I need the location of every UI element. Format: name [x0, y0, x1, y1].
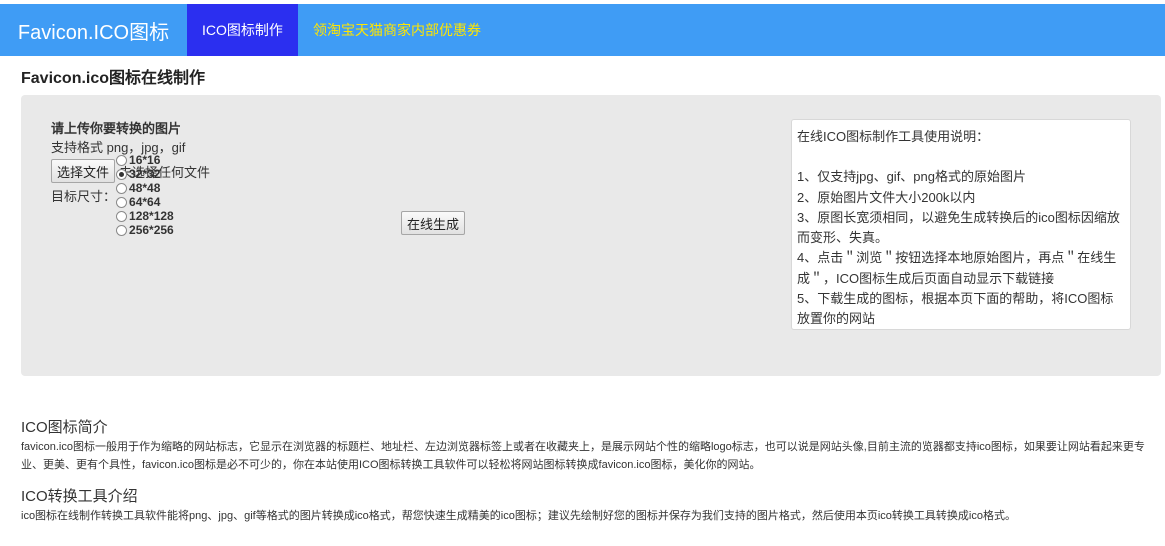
size-option-label: 256*256	[129, 223, 174, 237]
size-radio[interactable]	[116, 210, 128, 222]
size-option[interactable]: 48*48	[116, 181, 176, 195]
upload-heading: 请上传你要转换的图片	[51, 121, 182, 136]
size-option-label: 48*48	[129, 181, 161, 195]
tool-panel: 请上传你要转换的图片 支持格式 png，jpg，gif 选择文件 未选择任何文件…	[21, 95, 1161, 376]
page-title: Favicon.ico图标在线制作	[21, 70, 206, 87]
size-options: 16*16 32*32 48*48 64*64 128*128 256*256	[116, 153, 176, 237]
nav-ico-maker[interactable]: ICO图标制作	[187, 4, 298, 56]
size-selector: 目标尺寸： 16*16 32*32 48*48 64*64 128*128 256*256	[51, 153, 491, 237]
size-radio[interactable]	[116, 196, 128, 208]
size-radio[interactable]	[116, 182, 128, 194]
help-box: 在线ICO图标制作工具使用说明： 1、仅支持jpg、gif、png格式的原始图片…	[791, 119, 1131, 330]
size-label: 目标尺寸：	[51, 188, 117, 204]
help-item: 4、点击＂浏览＂按钮选择本地原始图片，再点＂在线生成＂，ICO图标生成后页面自动…	[797, 250, 1117, 286]
help-item: 3、原图长宽须相同，以避免生成转换后的ico图标因缩放而变形、失真。	[797, 209, 1120, 246]
nav-coupon-link[interactable]: 领淘宝天猫商家内部优惠券	[298, 4, 496, 56]
intro-text: favicon.ico图标一般用于作为缩略的网站标志，它显示在浏览器的标题栏、地…	[21, 441, 1145, 471]
help-item: 5、下载生成的图标，根据本页下面的帮助，将ICO图标放置你的网站	[797, 291, 1114, 327]
tool-intro-text: ico图标在线制作转换工具软件能将png、jpg、gif等格式的图片转换成ico…	[21, 510, 1016, 522]
intro-title: ICO图标简介	[21, 419, 108, 436]
size-radio[interactable]	[116, 154, 128, 166]
size-option[interactable]: 16*16	[116, 153, 176, 167]
size-option-label: 32*32	[129, 167, 161, 181]
upload-form: 请上传你要转换的图片 支持格式 png，jpg，gif 选择文件 未选择任何文件…	[51, 121, 491, 237]
size-option[interactable]: 64*64	[116, 195, 176, 209]
size-option-label: 128*128	[129, 209, 174, 223]
site-brand[interactable]: Favicon.ICO图标	[0, 4, 187, 56]
size-option[interactable]: 32*32	[116, 167, 176, 181]
generate-button[interactable]: 在线生成	[401, 211, 466, 235]
tool-intro-title: ICO转换工具介绍	[21, 488, 138, 505]
size-radio[interactable]	[116, 224, 128, 236]
help-item: 2、原始图片文件大小200k以内	[797, 189, 976, 205]
help-title: 在线ICO图标制作工具使用说明：	[797, 129, 990, 144]
top-navbar: Favicon.ICO图标 ICO图标制作 领淘宝天猫商家内部优惠券	[0, 4, 1165, 56]
choose-file-button[interactable]: 选择文件	[51, 159, 116, 183]
size-radio[interactable]	[116, 168, 128, 180]
size-option-label: 64*64	[129, 195, 161, 209]
help-spacer	[797, 147, 1125, 167]
size-option-label: 16*16	[129, 153, 161, 167]
help-item: 1、仅支持jpg、gif、png格式的原始图片	[797, 169, 1026, 185]
size-option[interactable]: 256*256	[116, 223, 176, 237]
size-option[interactable]: 128*128	[116, 209, 176, 223]
